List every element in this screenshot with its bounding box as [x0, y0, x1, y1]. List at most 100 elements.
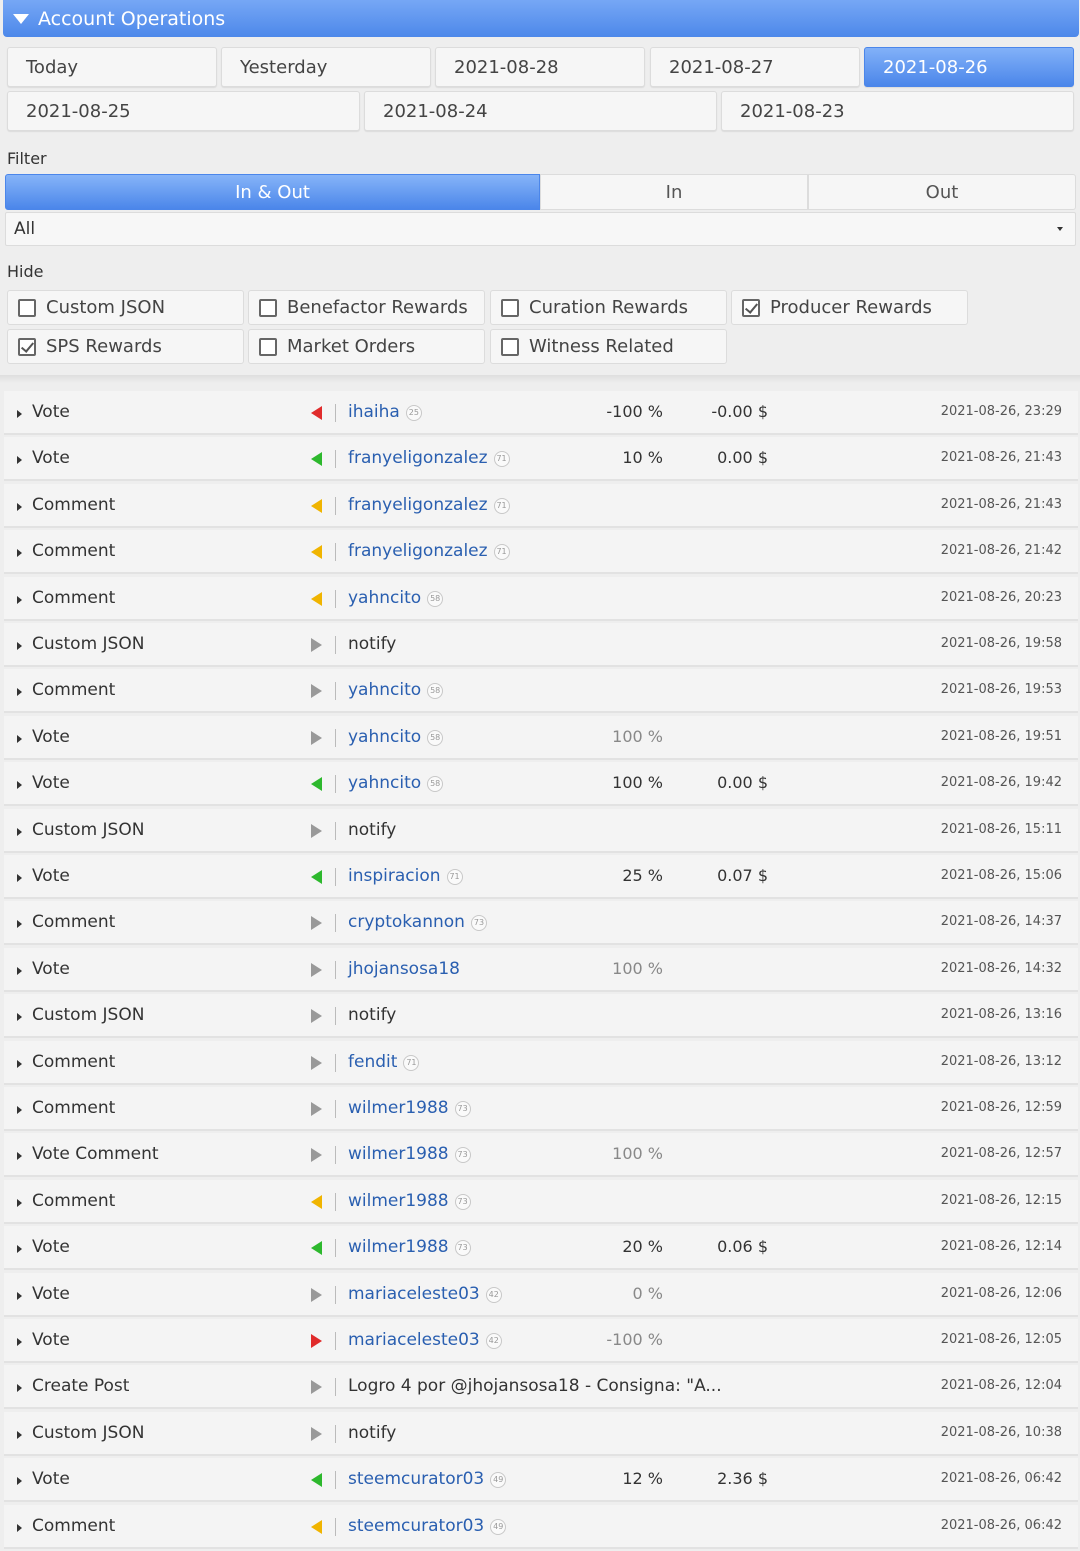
account-link[interactable]: cryptokannon 73 [348, 912, 487, 932]
date-button-yesterday[interactable]: Yesterday [221, 47, 431, 87]
operation-row[interactable]: Vote inspiracion 71 25 % 0.07 $ 2021-08-26, 1… [4, 855, 1078, 899]
expand-triangle-icon[interactable] [17, 735, 22, 743]
operation-row[interactable]: Vote mariaceleste03 42 0 % 2021-08-26, 12:06 [4, 1273, 1078, 1317]
filter-segment-out[interactable]: Out [808, 174, 1076, 210]
date-button-2021-08-26[interactable]: 2021-08-26 [864, 47, 1074, 87]
checkbox-checked-icon[interactable] [18, 337, 36, 356]
account-link[interactable]: franyeligonzalez 71 [348, 541, 510, 561]
operation-row[interactable]: Comment franyeligonzalez 71 2021-08-26, 21:… [4, 530, 1078, 574]
expand-triangle-icon[interactable] [17, 1292, 22, 1300]
expand-triangle-icon[interactable] [17, 874, 22, 882]
account-link[interactable]: yahncito 58 [348, 727, 444, 747]
date-button-2021-08-28[interactable]: 2021-08-28 [435, 47, 645, 87]
expand-triangle-icon[interactable] [17, 503, 22, 511]
operation-row[interactable]: Vote steemcurator03 49 12 % 2.36 $ 2021-08-26… [4, 1458, 1078, 1502]
account-link[interactable]: yahncito 58 [348, 680, 444, 700]
expand-triangle-icon[interactable] [17, 596, 22, 604]
hide-option-producer-rewards[interactable]: Producer Rewards [731, 290, 968, 325]
operation-row[interactable]: Custom JSON notify 2021-08-26, 13:16 [4, 994, 1078, 1038]
account-link[interactable]: steemcurator03 49 [348, 1469, 507, 1489]
account-name: mariaceleste03 [348, 1330, 480, 1350]
checkbox-icon[interactable] [259, 298, 277, 317]
account-link[interactable]: jhojansosa18 [348, 959, 460, 979]
account-link[interactable]: mariaceleste03 42 [348, 1284, 502, 1304]
expand-triangle-icon[interactable] [17, 828, 22, 836]
expand-triangle-icon[interactable] [17, 688, 22, 696]
hide-option-witness-related[interactable]: Witness Related [490, 329, 727, 364]
expand-triangle-icon[interactable] [17, 1199, 22, 1207]
expand-triangle-icon[interactable] [17, 1338, 22, 1346]
operation-row[interactable]: Vote franyeligonzalez 71 10 % 0.00 $ 2021-08-… [4, 437, 1078, 481]
account-link[interactable]: mariaceleste03 42 [348, 1330, 502, 1350]
checkbox-icon[interactable] [259, 337, 277, 356]
operation-row[interactable]: Comment steemcurator03 49 2021-08-26, 06:42 [4, 1505, 1078, 1549]
expand-triangle-icon[interactable] [17, 1245, 22, 1253]
operation-row[interactable]: Vote mariaceleste03 42 -100 % 2021-08-26, 12… [4, 1319, 1078, 1363]
operation-row[interactable]: Vote Comment wilmer1988 73 100 % 2021-08-26,… [4, 1133, 1078, 1177]
account-link[interactable]: steemcurator03 49 [348, 1516, 507, 1536]
expand-triangle-icon[interactable] [17, 967, 22, 975]
expand-triangle-icon[interactable] [17, 1524, 22, 1532]
operation-row[interactable]: Vote yahncito 58 100 % 0.00 $ 2021-08-26, 19:… [4, 762, 1078, 806]
date-button-2021-08-25[interactable]: 2021-08-25 [7, 91, 360, 131]
date-button-2021-08-23[interactable]: 2021-08-23 [721, 91, 1074, 131]
checkbox-icon[interactable] [501, 298, 519, 317]
expand-triangle-icon[interactable] [17, 781, 22, 789]
operation-row[interactable]: Vote ihaiha 25 -100 % -0.00 $ 2021-08-26, 23:… [4, 391, 1078, 435]
date-button-today[interactable]: Today [7, 47, 217, 87]
account-link[interactable]: franyeligonzalez 71 [348, 495, 510, 515]
account-link[interactable]: fendit 71 [348, 1052, 420, 1072]
operation-row[interactable]: Custom JSON notify 2021-08-26, 19:58 [4, 623, 1078, 667]
account-link[interactable]: wilmer1988 73 [348, 1237, 471, 1257]
operation-row[interactable]: Comment wilmer1988 73 2021-08-26, 12:59 [4, 1087, 1078, 1131]
expand-triangle-icon[interactable] [17, 1060, 22, 1068]
hide-option-curation-rewards[interactable]: Curation Rewards [490, 290, 727, 325]
operation-row[interactable]: Comment yahncito 58 2021-08-26, 20:23 [4, 577, 1078, 621]
expand-triangle-icon[interactable] [17, 920, 22, 928]
operation-row[interactable]: Comment franyeligonzalez 71 2021-08-26, 21:… [4, 484, 1078, 528]
expand-triangle-icon[interactable] [17, 1431, 22, 1439]
hide-option-market-orders[interactable]: Market Orders [248, 329, 485, 364]
expand-triangle-icon[interactable] [17, 410, 22, 418]
checkbox-icon[interactable] [18, 298, 36, 317]
account-link[interactable]: ihaiha 25 [348, 402, 422, 422]
operation-type-select[interactable]: All [5, 212, 1076, 246]
section-header[interactable]: Account Operations [3, 0, 1079, 37]
filter-segment-in-out[interactable]: In & Out [5, 174, 540, 210]
operation-row[interactable]: Custom JSON notify 2021-08-26, 10:38 [4, 1412, 1078, 1456]
date-button-2021-08-24[interactable]: 2021-08-24 [364, 91, 717, 131]
collapse-triangle-icon[interactable] [13, 13, 29, 24]
filter-segment-in[interactable]: In [540, 174, 808, 210]
hide-option-benefactor-rewards[interactable]: Benefactor Rewards [248, 290, 485, 325]
expand-triangle-icon[interactable] [17, 1106, 22, 1114]
reputation-badge: 58 [427, 683, 444, 699]
hide-option-custom-json[interactable]: Custom JSON [7, 290, 244, 325]
account-link[interactable]: wilmer1988 73 [348, 1191, 471, 1211]
expand-triangle-icon[interactable] [17, 1477, 22, 1485]
operation-row[interactable]: Vote wilmer1988 73 20 % 0.06 $ 2021-08-26, 12… [4, 1226, 1078, 1270]
date-button-2021-08-27[interactable]: 2021-08-27 [650, 47, 860, 87]
checkbox-icon[interactable] [501, 337, 519, 356]
account-link[interactable]: wilmer1988 73 [348, 1144, 471, 1164]
expand-triangle-icon[interactable] [17, 456, 22, 464]
expand-triangle-icon[interactable] [17, 642, 22, 650]
account-link[interactable]: yahncito 58 [348, 588, 444, 608]
operation-row[interactable]: Comment wilmer1988 73 2021-08-26, 12:15 [4, 1180, 1078, 1224]
expand-triangle-icon[interactable] [17, 1152, 22, 1160]
expand-triangle-icon[interactable] [17, 549, 22, 557]
account-link[interactable]: wilmer1988 73 [348, 1098, 471, 1118]
operation-row[interactable]: Custom JSON notify 2021-08-26, 15:11 [4, 809, 1078, 853]
operation-row[interactable]: Comment fendit 71 2021-08-26, 13:12 [4, 1041, 1078, 1085]
account-link[interactable]: franyeligonzalez 71 [348, 448, 510, 468]
operation-row[interactable]: Vote jhojansosa18 100 % 2021-08-26, 14:32 [4, 948, 1078, 992]
account-link[interactable]: inspiracion 71 [348, 866, 463, 886]
operation-row[interactable]: Comment yahncito 58 2021-08-26, 19:53 [4, 669, 1078, 713]
operation-row[interactable]: Create Post Logro 4 por @jhojansosa18 - C… [4, 1365, 1078, 1409]
account-link[interactable]: yahncito 58 [348, 773, 444, 793]
operation-row[interactable]: Vote yahncito 58 100 % 2021-08-26, 19:51 [4, 716, 1078, 760]
operation-row[interactable]: Comment cryptokannon 73 2021-08-26, 14:37 [4, 901, 1078, 945]
hide-option-sps-rewards[interactable]: SPS Rewards [7, 329, 244, 364]
checkbox-checked-icon[interactable] [742, 298, 760, 317]
expand-triangle-icon[interactable] [17, 1384, 22, 1392]
expand-triangle-icon[interactable] [17, 1013, 22, 1021]
